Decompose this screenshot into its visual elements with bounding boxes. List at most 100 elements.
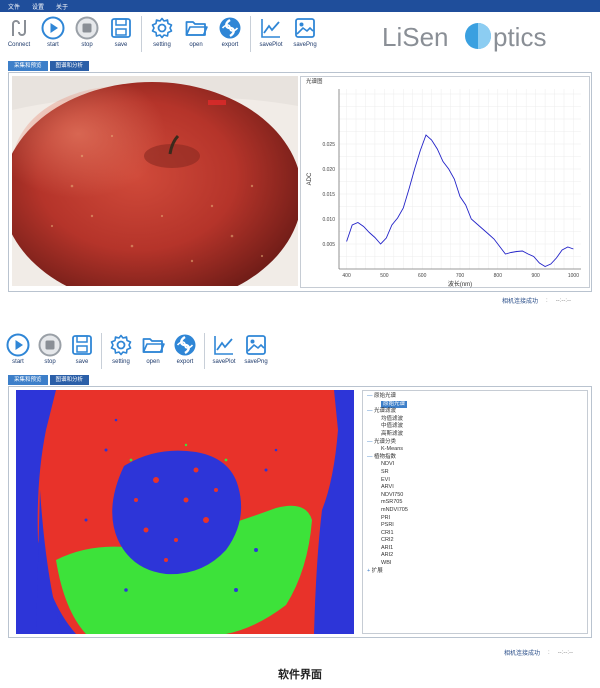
start-label-2: start: [12, 359, 24, 365]
tree-item-label: PRI: [381, 514, 391, 521]
tree-group-label: 扩展: [371, 567, 383, 574]
save-icon: [72, 335, 92, 355]
tree-item[interactable]: ARI2: [367, 552, 583, 560]
x-tick-label: 600: [418, 273, 427, 279]
gear-icon: [110, 334, 132, 356]
tree-item[interactable]: 中值滤波: [367, 423, 583, 431]
open-button-2[interactable]: open: [137, 333, 169, 365]
tree-item[interactable]: PRI: [367, 515, 583, 523]
connect-button[interactable]: Connect: [2, 16, 36, 48]
tree-item[interactable]: CRI1: [367, 530, 583, 538]
tree-item[interactable]: mSR705: [367, 499, 583, 507]
folder-icon: [142, 338, 165, 353]
tree-item[interactable]: SR: [367, 469, 583, 477]
setting-label: setting: [153, 42, 171, 48]
stop-button-2[interactable]: stop: [34, 333, 66, 365]
toolbar-separator: [141, 16, 142, 52]
apple-image: [12, 76, 298, 286]
camera-status: 相机连接成功: [502, 299, 539, 305]
tree-item-label: NDVI750: [381, 491, 404, 498]
tree-item[interactable]: ARVI: [367, 484, 583, 492]
save-button-2[interactable]: save: [66, 333, 98, 365]
tab-spectrum-analysis[interactable]: 图谱和分析: [49, 61, 90, 71]
collapse-icon[interactable]: —: [367, 454, 374, 460]
tree-item-label: ARI2: [381, 552, 394, 559]
image-icon: [295, 18, 315, 38]
tree-item-label: NDVI: [381, 461, 395, 468]
save-button[interactable]: save: [104, 16, 138, 48]
open-button[interactable]: open: [179, 16, 213, 48]
collapse-icon[interactable]: —: [367, 439, 374, 445]
tree-group[interactable]: + 扩展: [367, 568, 583, 576]
tree-item[interactable]: NDVI: [367, 461, 583, 469]
status-separator: :: [546, 297, 548, 304]
savepng-button-2[interactable]: savePng: [240, 333, 272, 365]
tree-item-label: mNDVI705: [381, 506, 408, 513]
toolbar-separator: [204, 333, 205, 369]
tree-item-label: ARI1: [381, 544, 394, 551]
tree-item-label: 均值滤波: [381, 415, 404, 422]
brand-logo: LiSen ptics: [382, 20, 582, 52]
tree-item[interactable]: 高斯滤波: [367, 431, 583, 439]
y-tick-label: 0.025: [322, 142, 335, 148]
toolbar-separator: [101, 333, 102, 369]
tree-group[interactable]: — 光谱滤波: [367, 408, 583, 416]
tree-group-label: 光谱分类: [374, 438, 397, 445]
y-tick-label: 0.015: [322, 192, 335, 198]
y-axis-label: ADC: [307, 172, 313, 185]
x-tick-label: 800: [494, 273, 503, 279]
tree-item[interactable]: CRI2: [367, 537, 583, 545]
saveplot-button[interactable]: savePlot: [254, 16, 288, 48]
tree-item[interactable]: ARI1: [367, 545, 583, 553]
y-tick-label: 0.005: [322, 242, 335, 248]
savepng-label-2: savePng: [244, 359, 268, 365]
tree-item[interactable]: WBI: [367, 560, 583, 568]
play-icon: [41, 16, 65, 40]
setting-button-2[interactable]: setting: [105, 333, 137, 365]
tree-item-label: CRI1: [381, 529, 394, 536]
line-chart-icon: [214, 336, 233, 355]
tree-group[interactable]: — 植物指数: [367, 454, 583, 462]
tree-group[interactable]: — 光谱分类: [367, 439, 583, 447]
menu-bar: 文件 设置 关于: [0, 0, 600, 12]
tree-item[interactable]: PSRI: [367, 522, 583, 530]
tree-item[interactable]: mNDVI705: [367, 507, 583, 515]
menu-file[interactable]: 文件: [8, 2, 20, 11]
saveplot-label: savePlot: [259, 42, 283, 48]
export-label-2: export: [176, 359, 194, 365]
saveplot-button-2[interactable]: savePlot: [208, 333, 240, 365]
tree-list: — 原始光谱 原始光谱 — 光谱滤波 均值滤波 中值滤波 高斯滤波 — 光谱分类 K-Mean…: [367, 393, 583, 575]
save-label-2: save: [75, 359, 89, 365]
menu-settings[interactable]: 设置: [32, 2, 44, 11]
toolbar-separator: [250, 16, 251, 52]
tree-group[interactable]: — 原始光谱: [367, 393, 583, 401]
stop-label-2: stop: [44, 359, 56, 365]
tab-capture-preview[interactable]: 采集和预览: [8, 61, 48, 71]
collapse-icon[interactable]: —: [367, 408, 374, 414]
setting-button[interactable]: setting: [145, 16, 179, 48]
collapse-icon[interactable]: —: [367, 393, 374, 399]
tree-item[interactable]: 原始光谱: [367, 400, 583, 409]
tree-item-label: 高斯滤波: [381, 430, 404, 437]
savepng-label: savePng: [293, 42, 317, 48]
tree-item-label: CRI2: [381, 537, 394, 544]
export-button-2[interactable]: export: [169, 333, 201, 365]
line-chart-icon: [261, 19, 280, 38]
tree-item[interactable]: EVI: [367, 477, 583, 485]
menu-about[interactable]: 关于: [56, 2, 68, 11]
start-button[interactable]: start: [36, 16, 70, 48]
status-bar-top: 相机连接成功 : --:--:--: [502, 296, 571, 306]
tree-item[interactable]: NDVI750: [367, 492, 583, 500]
savepng-button[interactable]: savePng: [288, 16, 322, 48]
y-tick-label: 0.010: [322, 217, 335, 223]
start-button-2[interactable]: start: [2, 333, 34, 365]
tree-item[interactable]: K-Means: [367, 446, 583, 454]
tab-spectrum-analysis-2[interactable]: 图谱和分析: [49, 375, 90, 385]
tree-item-label: ARVI: [381, 484, 394, 491]
tab-capture-preview-2[interactable]: 采集和预览: [8, 375, 48, 385]
status-bar-bottom: 相机连接成功 : --:--:--: [504, 648, 573, 658]
open-label-2: open: [146, 359, 160, 365]
stop-icon: [38, 333, 62, 357]
stop-button[interactable]: stop: [70, 16, 104, 48]
export-button[interactable]: export: [213, 16, 247, 48]
